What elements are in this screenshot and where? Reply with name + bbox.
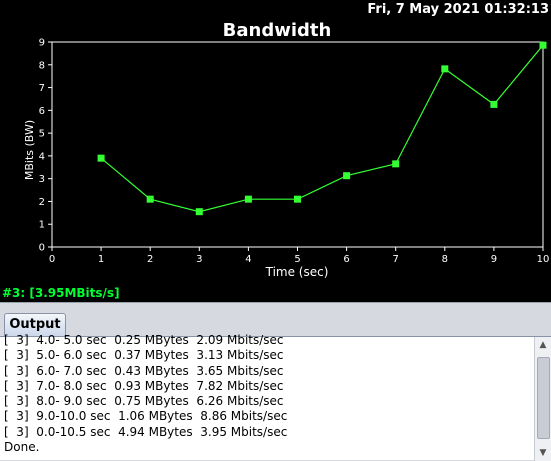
y-tick-label: 8 — [39, 60, 45, 71]
output-line: [ 3] 9.0-10.0 sec 1.06 MBytes 8.86 Mbits… — [4, 409, 288, 424]
graph-panel: Bandwidth Time (sec) MBits (BW) 0 1 2 3 4 5 6 7… — [0, 0, 551, 302]
data-point — [244, 195, 252, 203]
bandwidth-chart: Bandwidth Time (sec) MBits (BW) 0 1 2 3 4 5 6 7… — [23, 20, 550, 279]
x-axis-label: Time (sec) — [265, 265, 329, 279]
chart-title: Bandwidth — [223, 20, 332, 41]
plot-area — [51, 41, 544, 248]
output-line: [ 3] 6.0- 7.0 sec 0.43 MBytes 3.65 Mbits… — [4, 363, 284, 378]
x-tick-label: 2 — [147, 254, 153, 265]
output-line: [ 3] 8.0- 9.0 sec 0.75 MBytes 6.26 Mbits… — [4, 394, 284, 409]
output-line: [ 3] 0.0-10.5 sec 4.94 MBytes 3.95 Mbits… — [4, 424, 288, 439]
series-line — [100, 44, 544, 213]
y-tick-label: 0 — [39, 243, 45, 254]
output-panel[interactable]: [ 3] 4.0- 5.0 sec 0.25 MBytes 2.09 Mbits… — [0, 333, 551, 461]
output-line: Done. — [4, 440, 40, 455]
vertical-scrollbar[interactable]: ▲ ▼ — [534, 337, 551, 461]
x-tick-label: 9 — [491, 254, 497, 265]
data-point — [539, 41, 547, 49]
data-point — [343, 172, 351, 180]
x-tick-label: 1 — [98, 254, 104, 265]
timestamp: Fri, 7 May 2021 01:32:13 — [367, 2, 549, 17]
y-tick-label: 9 — [39, 38, 45, 49]
output-text: [ 3] 4.0- 5.0 sec 0.25 MBytes 2.09 Mbits… — [4, 333, 524, 455]
data-point — [490, 100, 498, 108]
x-tick-label: 8 — [442, 254, 448, 265]
y-tick-label: 1 — [39, 220, 45, 231]
y-tick-label: 7 — [39, 83, 45, 94]
x-tick-label: 10 — [537, 254, 550, 265]
y-tick-label: 5 — [39, 129, 45, 140]
x-tick-label: 0 — [49, 254, 55, 265]
x-tick-label: 6 — [343, 254, 349, 265]
x-tick-label: 7 — [393, 254, 399, 265]
data-point — [195, 208, 203, 216]
data-point — [392, 160, 400, 168]
tab-bar: Output — [0, 302, 551, 337]
data-point — [441, 65, 449, 73]
down-arrow-icon[interactable]: ▼ — [535, 445, 551, 461]
data-point — [294, 195, 301, 203]
data-point — [146, 195, 154, 203]
up-arrow-icon[interactable]: ▲ — [535, 337, 551, 353]
status-text: #3: [3.95MBits/s] — [2, 286, 120, 300]
scroll-thumb[interactable] — [537, 357, 550, 439]
output-line: [ 3] 4.0- 5.0 sec 0.25 MBytes 2.09 Mbits… — [4, 333, 284, 347]
x-tick-label: 5 — [294, 254, 300, 265]
y-tick-label: 4 — [39, 151, 45, 162]
data-point — [97, 154, 105, 162]
x-tick-label: 4 — [245, 254, 251, 265]
y-tick-label: 2 — [39, 197, 45, 208]
output-line: [ 3] 5.0- 6.0 sec 0.37 MBytes 3.13 Mbits… — [4, 348, 284, 363]
y-axis-label: MBits (BW) — [23, 120, 36, 180]
y-tick-label: 6 — [39, 106, 45, 117]
x-tick-label: 3 — [196, 254, 202, 265]
y-tick-label: 3 — [39, 174, 45, 185]
output-line: [ 3] 7.0- 8.0 sec 0.93 MBytes 7.82 Mbits… — [4, 378, 284, 393]
